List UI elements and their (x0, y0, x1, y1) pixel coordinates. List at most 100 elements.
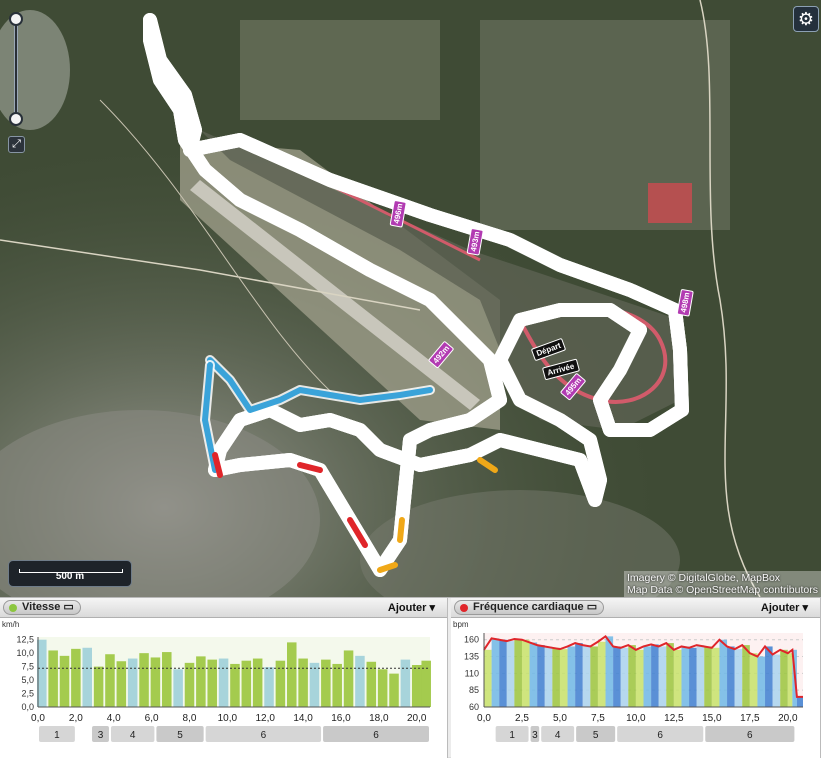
hr-zone-band (643, 646, 652, 707)
hr-x-tick: 15,0 (702, 713, 722, 724)
fullscreen-icon[interactable]: ⤢ (8, 136, 25, 153)
speed-bar (139, 653, 149, 707)
hr-dot-icon (460, 604, 468, 612)
hr-x-tick: 12,5 (664, 713, 684, 724)
speed-panel: Vitesse ▭ Ajouter ▾ km/h 12,5 10,0 7,5 5,0 2,… (0, 598, 448, 758)
hr-lap-label: 5 (593, 730, 599, 741)
hr-zone-band (681, 646, 690, 707)
zoom-slider[interactable]: ⤢ (6, 8, 26, 156)
speed-bar (93, 666, 104, 707)
gear-icon[interactable]: ⚙ (793, 6, 819, 32)
hr-zone-band (696, 645, 705, 707)
speed-bar (82, 647, 92, 707)
speed-chart[interactable]: km/h 12,5 10,0 7,5 5,0 2,5 0,00,0 2,0 4,0 6,0 8,0 1… (0, 619, 448, 758)
hr-y-tick: 85 (469, 685, 479, 695)
speed-bar (286, 642, 297, 707)
speed-bar (184, 662, 195, 707)
speed-x-tick: 20,0 (407, 713, 427, 724)
hr-x-tick: 0,0 (477, 713, 491, 724)
speed-lap-label: 6 (261, 730, 267, 741)
hr-y-tick: 110 (465, 668, 479, 678)
speed-y-tick: 12,5 (16, 635, 34, 645)
hr-add-label: Ajouter (760, 602, 800, 614)
hr-metric-button[interactable]: Fréquence cardiaque ▭ (454, 600, 605, 615)
hr-x-tick: 7,5 (591, 713, 605, 724)
hr-zone-band (757, 656, 766, 707)
speed-x-tick: 18,0 (369, 713, 389, 724)
speed-x-tick: 8,0 (183, 713, 197, 724)
scale-label: 500 m (55, 571, 85, 582)
charts-area: Vitesse ▭ Ajouter ▾ km/h 12,5 10,0 7,5 5,0 2,… (0, 597, 821, 758)
speed-bar (400, 659, 411, 707)
hr-add-button[interactable]: Ajouter ▾ (761, 601, 808, 614)
hr-zone-band (544, 646, 553, 707)
hr-zone-band (772, 654, 781, 707)
speed-bar (173, 669, 183, 707)
speed-x-tick: 2,0 (69, 713, 83, 724)
hr-zone-band (613, 646, 621, 707)
hr-zone-band (590, 646, 598, 707)
speed-panel-header: Vitesse ▭ Ajouter ▾ (0, 598, 447, 618)
hr-x-tick: 10,0 (626, 713, 646, 724)
hr-x-tick: 2,5 (515, 713, 529, 724)
hr-chart[interactable]: bpm16013511085600,0 2,5 5,0 7,5 10,0 12,5 15,0… (451, 619, 821, 758)
zoom-knob-icon[interactable] (9, 12, 23, 26)
speed-lap-label: 1 (54, 730, 60, 741)
speed-bar (48, 650, 58, 707)
hr-title: Fréquence cardiaque (473, 601, 584, 613)
speed-lap-label: 3 (98, 730, 104, 741)
speed-bar (241, 660, 252, 707)
attribution-imagery: Imagery © DigitalGlobe, MapBox (627, 572, 781, 584)
hr-y-tick: 160 (464, 635, 479, 645)
speed-bar (264, 667, 274, 707)
speed-x-tick: 10,0 (218, 713, 238, 724)
speed-bar (127, 658, 138, 707)
hr-zone-band (719, 639, 728, 707)
speed-x-tick: 16,0 (331, 713, 351, 724)
speed-y-tick: 7,5 (21, 662, 34, 672)
hr-zone-band (597, 641, 606, 707)
speed-bar (332, 663, 342, 707)
speed-bar (207, 659, 217, 707)
speed-bar (389, 673, 399, 707)
speed-bar (355, 655, 365, 707)
hr-zone-band (635, 649, 644, 707)
hr-zone-band (559, 649, 568, 707)
hr-lap-label: 3 (532, 730, 538, 741)
satellite-map[interactable]: 496m 493m 498m 492m 495m Départ Arrivée … (0, 0, 821, 597)
map-terrain (0, 0, 821, 597)
hr-zone-band (749, 653, 758, 707)
speed-bar (162, 652, 172, 707)
hr-zone-band (521, 639, 530, 707)
zoom-track[interactable] (14, 16, 18, 124)
hr-zone-band (605, 636, 614, 707)
hr-zone-band (575, 643, 583, 707)
hr-zone-band (673, 649, 682, 707)
speed-add-button[interactable]: Ajouter ▾ (388, 601, 435, 614)
speed-y-tick: 5,0 (21, 675, 34, 685)
hr-panel: Fréquence cardiaque ▭ Ajouter ▾ bpm 160 13… (451, 598, 821, 758)
speed-metric-button[interactable]: Vitesse ▭ (3, 600, 81, 615)
speed-bar (71, 648, 81, 707)
speed-unit-label: km/h (2, 620, 19, 629)
speed-bar (309, 662, 320, 707)
speed-bar (218, 658, 229, 707)
speed-y-tick: 0,0 (21, 702, 34, 712)
hr-zone-band (742, 645, 750, 707)
hr-zone-band (658, 646, 667, 707)
zoom-knob-icon[interactable] (9, 112, 23, 126)
hr-zone-band (796, 696, 803, 707)
hr-panel-header: Fréquence cardiaque ▭ Ajouter ▾ (451, 598, 820, 618)
hr-lap-label: 6 (747, 730, 753, 741)
speed-x-tick: 4,0 (107, 713, 121, 724)
hr-x-tick: 5,0 (553, 713, 567, 724)
hr-lap-label: 1 (509, 730, 515, 741)
speed-bar (411, 665, 422, 707)
attribution-data: Map Data © OpenStreetMap contributors (627, 584, 818, 596)
speed-x-tick: 6,0 (145, 713, 159, 724)
speed-bar (59, 655, 70, 707)
hr-x-tick: 20,0 (778, 713, 798, 724)
hr-zone-band (582, 645, 591, 707)
hr-zone-band (734, 649, 743, 707)
speed-lap-label: 4 (130, 730, 136, 741)
